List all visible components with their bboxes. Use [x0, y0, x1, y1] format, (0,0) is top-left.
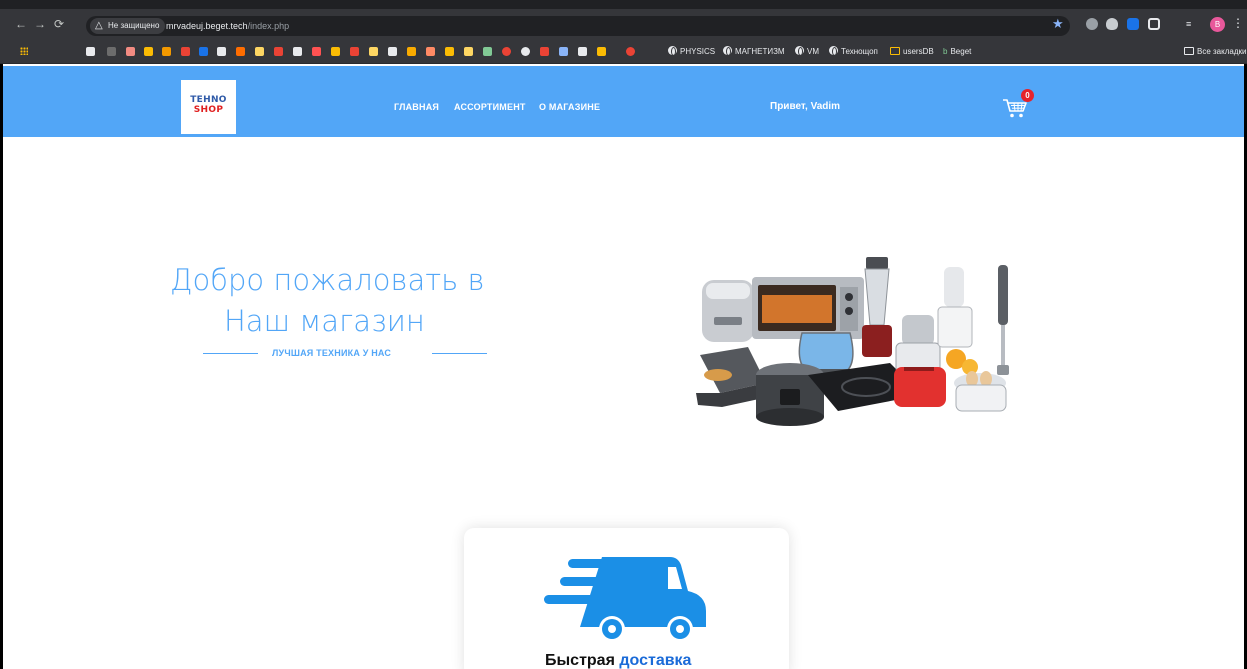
logo-text-bottom: SHOP: [193, 105, 224, 115]
warning-icon: △: [95, 20, 103, 31]
bookmark-magnetism[interactable]: МАГНЕТИЗМ: [723, 46, 785, 57]
appliances-image: [696, 257, 1009, 426]
bookmark-label: МАГНЕТИЗМ: [735, 47, 785, 56]
bookmark-beget[interactable]: b Beget: [943, 46, 971, 57]
bookmark-favicon-icon[interactable]: [502, 47, 511, 56]
url-path: /index.php: [247, 21, 290, 31]
bookmark-star-icon[interactable]: ★: [1052, 17, 1064, 31]
globe-icon: [723, 46, 732, 56]
bookmark-physics[interactable]: PHYSICS: [668, 46, 715, 57]
menu-icon[interactable]: ⋮: [1232, 16, 1244, 30]
tab-strip: [0, 0, 1247, 9]
bookmark-favicon-icon[interactable]: [144, 47, 153, 56]
bookmark-favicon-icon[interactable]: [236, 47, 245, 56]
bookmark-favicon-icon[interactable]: [369, 47, 378, 56]
bookmark-favicon-icon[interactable]: [540, 47, 549, 56]
back-arrow-icon[interactable]: ←: [14, 17, 28, 31]
bookmark-usersdb[interactable]: usersDB: [890, 46, 934, 57]
apps-shortcut[interactable]: [20, 47, 31, 56]
folder-icon: [1184, 47, 1194, 55]
bookmark-label: VM: [807, 47, 819, 56]
reload-icon[interactable]: ⟳: [52, 17, 66, 31]
hero-divider-right: [432, 353, 487, 354]
shield-extension-icon[interactable]: [1106, 18, 1118, 30]
bookmark-favicon-icon[interactable]: [199, 47, 208, 56]
bookmark-favicon-icon[interactable]: [445, 47, 454, 56]
url-host: mrvadeuj.beget.tech: [166, 21, 248, 31]
bookmark-favicon-icon[interactable]: [426, 47, 435, 56]
bookmark-favicon-icon[interactable]: [255, 47, 264, 56]
bookmark-favicon-icon[interactable]: [407, 47, 416, 56]
apps-grid-icon: [20, 47, 28, 55]
bookmark-favicon-icon[interactable]: [464, 47, 473, 56]
delivery-truck-icon: [544, 557, 706, 642]
reading-list-icon[interactable]: ≡: [1186, 18, 1198, 30]
bookmark-favicon-icon[interactable]: [293, 47, 302, 56]
bookmark-favicon-icon[interactable]: [86, 47, 95, 56]
globe-icon: [795, 46, 804, 56]
bookmark-favicon-icon[interactable]: [217, 47, 226, 56]
globe-icon: [829, 46, 838, 56]
hero-title-line1: Добро пожаловать в: [170, 263, 485, 297]
url-text[interactable]: mrvadeuj.beget.tech/index.php: [166, 19, 289, 33]
bookmark-favicon-icon[interactable]: [274, 47, 283, 56]
security-chip[interactable]: △ Не защищено: [90, 18, 166, 34]
bookmark-favicon-icon[interactable]: [626, 47, 635, 56]
hero-subtitle: ЛУЧШАЯ ТЕХНИКА У НАС: [272, 348, 392, 358]
bookmark-favicon-icon[interactable]: [126, 47, 135, 56]
all-bookmarks-label: Все закладки: [1197, 47, 1247, 56]
nav-about[interactable]: О МАГАЗИНЕ: [539, 102, 600, 112]
profile-avatar[interactable]: B: [1210, 17, 1225, 32]
all-bookmarks[interactable]: Все закладки: [1184, 46, 1246, 57]
bookmark-favicon-icon[interactable]: [107, 47, 116, 56]
user-greeting[interactable]: Привет, Vadim: [770, 101, 840, 112]
bookmark-favicon-icon[interactable]: [350, 47, 359, 56]
db-icon: [890, 47, 900, 55]
bookmark-vm[interactable]: VM: [795, 46, 819, 57]
bookmark-technoshop[interactable]: Технощоп: [829, 46, 878, 57]
bookmark-label: PHYSICS: [680, 47, 716, 56]
nav-home[interactable]: ГЛАВНАЯ: [394, 102, 439, 112]
bookmark-favicon-icon[interactable]: [521, 47, 530, 56]
nav-catalog[interactable]: АССОРТИМЕНТ: [454, 102, 526, 112]
logo-text-top: TEHNO: [190, 95, 227, 105]
bookmark-favicon-icon[interactable]: [331, 47, 340, 56]
extension-icon[interactable]: [1127, 18, 1139, 30]
bookmark-favicon-icon[interactable]: [181, 47, 190, 56]
bookmark-favicon-icon[interactable]: [483, 47, 492, 56]
extension-icon[interactable]: [1086, 18, 1098, 30]
site-logo[interactable]: TEHNO SHOP: [181, 80, 236, 134]
bookmark-label: Технощоп: [841, 47, 878, 56]
window-edge: [0, 64, 3, 669]
beget-icon: b: [943, 47, 948, 56]
feature-title-word2: доставка: [619, 652, 692, 669]
bookmark-favicon-icon[interactable]: [578, 47, 587, 56]
bookmark-favicon-icon[interactable]: [559, 47, 568, 56]
hero-divider-left: [203, 353, 258, 354]
cart-count-badge: 0: [1021, 89, 1034, 102]
bookmark-favicon-icon[interactable]: [597, 47, 606, 56]
bookmark-favicon-icon[interactable]: [162, 47, 171, 56]
bookmark-favicon-icon[interactable]: [312, 47, 321, 56]
bookmark-favicon-icon[interactable]: [388, 47, 397, 56]
hero-title-line2: Наш магазин: [224, 304, 425, 338]
bookmark-label: usersDB: [903, 47, 934, 56]
bookmark-label: Beget: [950, 47, 972, 56]
security-label: Не защищено: [108, 21, 160, 30]
feature-title-word1: Быстрая: [545, 652, 615, 669]
puzzle-icon[interactable]: [1148, 18, 1160, 30]
globe-icon: [668, 46, 677, 56]
forward-arrow-icon[interactable]: →: [33, 17, 47, 31]
feature-title: Быстрая доставка: [545, 652, 691, 669]
